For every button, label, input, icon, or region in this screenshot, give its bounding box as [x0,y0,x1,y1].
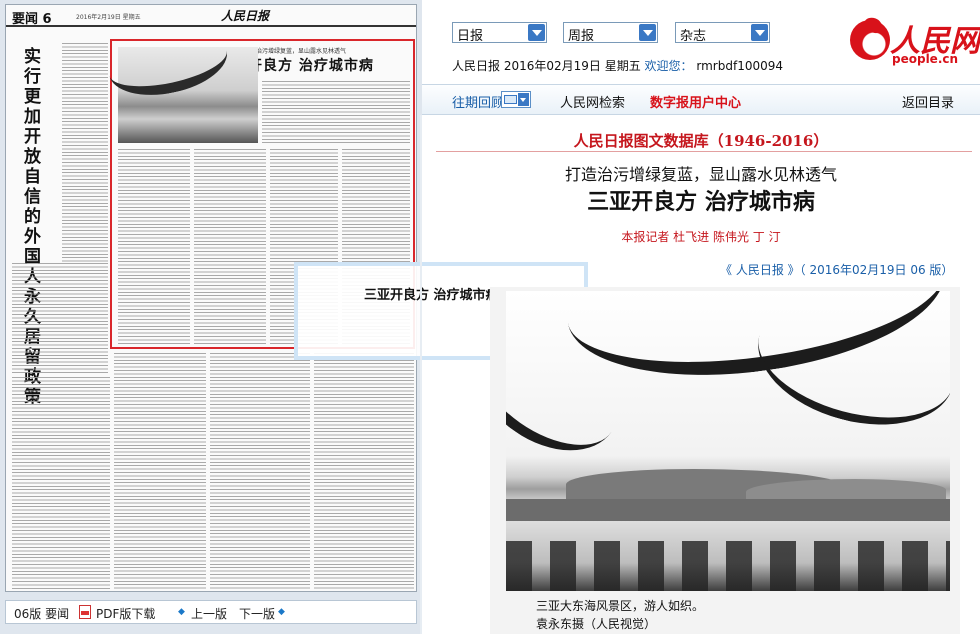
weekly-select-value: 周报 [568,29,595,44]
text-column [314,353,414,591]
pdf-download-link[interactable]: PDF版下载 [96,605,155,622]
main-toolbar: 往期回顾 人民网检索 数字报用户中心 返回目录 [422,84,980,115]
back-to-index-link[interactable]: 返回目录 [902,92,954,111]
newspaper-article-photo [103,21,258,143]
logo-text-en: people.cn [892,52,959,66]
pdf-icon[interactable] [79,605,91,619]
arrow-right-icon[interactable]: ◆ [278,607,285,617]
chevron-down-icon[interactable] [639,24,656,41]
newspaper-section-label: 要闻 6 [12,12,52,27]
article-title: 三亚开良方 治疗城市病 [587,190,815,215]
previous-page-link[interactable]: 上一版 [191,605,227,622]
article-byline: 本报记者 杜飞进 陈伟光 丁 汀 [621,230,781,244]
people-cn-logo[interactable]: 人民网 people.cn [842,10,980,70]
user-id: rmrbdf100094 [696,59,784,73]
daily-select[interactable]: 日报 [452,22,547,44]
digital-user-center-link[interactable]: 数字报用户中心 [650,92,741,111]
article-photo [506,291,950,591]
newspaper-masthead: 人民日报 [221,9,270,23]
daily-select-value: 日报 [457,29,484,44]
article-photo-card: 三亚大东海风景区，游人如织。 袁永东摄（人民视觉） [490,287,960,634]
text-column [62,43,108,263]
text-column [194,149,266,344]
chevron-down-icon[interactable] [528,24,545,41]
photo-caption: 三亚大东海风景区，游人如织。 [536,599,705,613]
people-search-link[interactable]: 人民网检索 [560,92,625,111]
magazine-select[interactable]: 杂志 [675,22,770,44]
text-column [114,353,206,591]
arrow-left-icon[interactable]: ◆ [178,607,185,617]
newspaper-panel: 要闻 6 2016年2月19日 星期五 人民日报 实行更加开放自信的外国人永久居… [0,0,588,634]
welcome-label: 欢迎您： [644,59,693,73]
article-subtitle: 打造治污增绿复蓝，显山露水见林透气 [564,165,837,184]
logo-mark-icon [850,20,890,60]
chevron-down-icon[interactable] [751,24,768,41]
page-navigation-bar: 06版 要闻 PDF版下载 ◆ 上一版 下一版 ◆ [5,600,417,624]
next-page-link[interactable]: 下一版 [239,605,275,622]
back-issues-link[interactable]: 往期回顾 [452,92,504,111]
text-column [262,81,410,143]
text-column [12,377,110,591]
text-column [118,149,190,344]
paper-info-text: 人民日报 2016年02月19日 星期五 [452,59,641,73]
photo-sea [506,499,950,521]
photo-credit: 袁永东摄（人民视觉） [536,617,657,631]
calendar-icon [504,95,517,104]
database-title: 人民日报图文数据库（1946-2016） [573,132,829,150]
paper-info-line: 人民日报 2016年02月19日 星期五 欢迎您： rmrbdf100094 [452,57,783,74]
newspaper-article-subtitle: 打造治污增绿复蓝，显山露水见林透气 [244,48,347,55]
weekly-select[interactable]: 周报 [563,22,658,44]
title-divider [436,151,972,152]
page-number-label: 06版 要闻 [14,607,70,621]
calendar-picker[interactable] [501,91,531,108]
article-source: 《 人民日报 》（ 2016年02月19日 06 版） [720,263,954,277]
chevron-down-icon[interactable] [518,93,529,106]
text-column [210,353,310,591]
top-bar: 日报 周报 杂志 人民日报 2016年02月19日 星期五 欢迎您： rmrbd… [422,0,980,84]
newspaper-date-line: 2016年2月19日 星期五 [76,14,141,21]
photo-umbrellas [506,541,950,591]
newspaper-header: 要闻 6 2016年2月19日 星期五 人民日报 [6,5,416,27]
magazine-select-value: 杂志 [680,29,707,44]
tooltip-text: 三亚开良方 治疗城市病 [364,288,499,303]
text-column [12,263,108,373]
